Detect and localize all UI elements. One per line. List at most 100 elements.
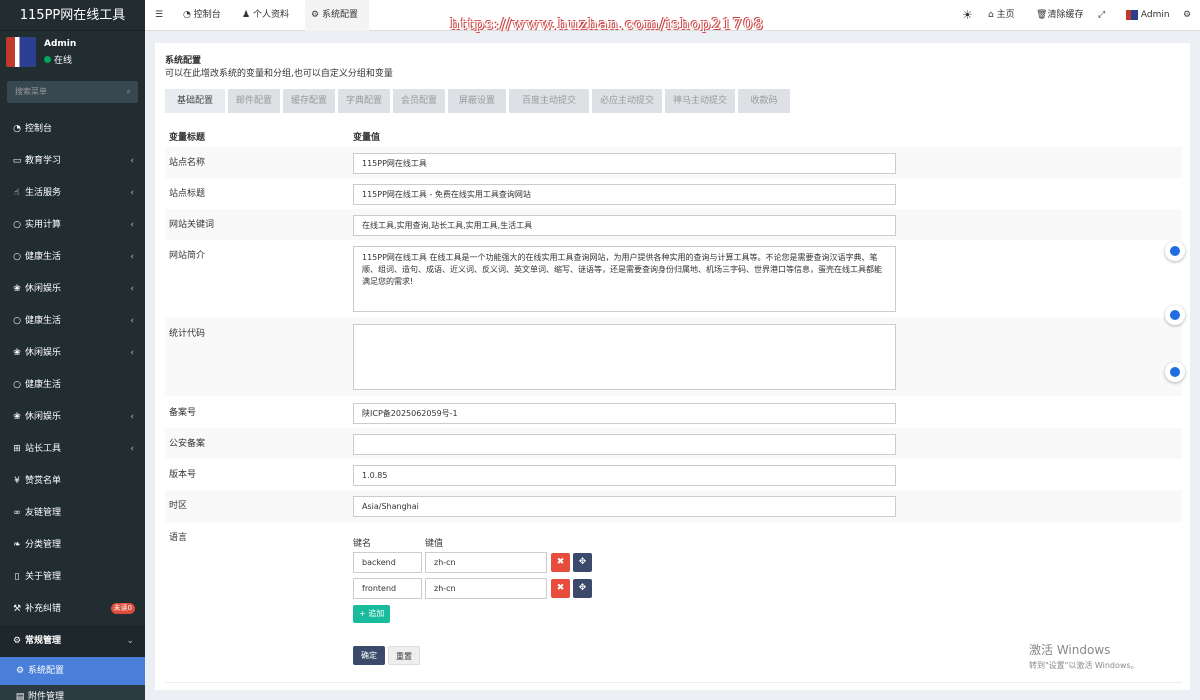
value-input[interactable]: 115PP网在线工具 <box>353 153 896 174</box>
home-link[interactable]: ⌂ 主页 <box>988 0 1015 31</box>
float-assist-icon[interactable] <box>1165 305 1185 325</box>
user-name: Admin <box>44 39 77 49</box>
trash-icon: 🗑 <box>1036 10 1048 20</box>
config-tab[interactable]: 字典配置 <box>338 89 390 113</box>
tab-dashboard[interactable]: ◔ 控制台 <box>183 0 221 31</box>
admin-label: Admin <box>1140 10 1170 20</box>
chevron-left-icon: ‹ <box>130 348 134 358</box>
sidebar: 115PP网在线工具 Admin 在线 搜索菜单 ⌕ ◔ 控制台 ▭ 教育学习 ‹ ☝ 生活… <box>0 0 145 700</box>
config-tab[interactable]: 基础配置 <box>165 89 225 113</box>
sidebar-item[interactable]: ¥ 赞赏名单 <box>0 465 145 497</box>
admin-menu[interactable]: Admin <box>1126 0 1170 31</box>
fullscreen-icon[interactable]: ⤢ <box>1098 0 1105 31</box>
remove-row-button[interactable]: ✖ <box>551 579 570 598</box>
config-tab[interactable]: 百度主动提交 <box>509 89 589 113</box>
sidebar-item[interactable]: ○ 健康生活 <box>0 369 145 401</box>
sidebar-item[interactable]: ❀ 休闲娱乐 ‹ <box>0 401 145 433</box>
sidebar-item[interactable]: ❀ 休闲娱乐 ‹ <box>0 337 145 369</box>
menu-toggle-icon[interactable]: ☰ <box>155 0 163 31</box>
sidebar-item[interactable]: ☝ 生活服务 ‹ <box>0 177 145 209</box>
status-label: 在线 <box>54 56 73 66</box>
settings-icon[interactable]: ⚙ <box>1183 0 1191 31</box>
table-row: 备案号 陕ICP备2025062059号-1 <box>165 397 1182 428</box>
confirm-button[interactable]: 确定 <box>353 646 385 665</box>
avatar <box>1126 9 1138 20</box>
search-icon[interactable]: ⌕ <box>127 81 131 103</box>
value-input[interactable]: Asia/Shanghai <box>353 496 896 517</box>
table-row: 语言 <box>165 522 1182 632</box>
table-header: 变量标题 变量值 <box>165 125 1182 145</box>
config-tab[interactable]: 收款码 <box>738 89 790 113</box>
sidebar-item[interactable]: ▭ 教育学习 ‹ <box>0 145 145 177</box>
sidebar-item-label: 控制台 <box>25 124 53 134</box>
sidebar-item[interactable]: ∞ 友链管理 <box>0 497 145 529</box>
sidebar-item[interactable]: ▯ 关于管理 <box>0 561 145 593</box>
config-tab[interactable]: 会员配置 <box>393 89 445 113</box>
home-label: 主页 <box>996 10 1015 20</box>
row-label: 时区 <box>169 501 188 511</box>
reset-button[interactable]: 重置 <box>388 646 420 665</box>
config-tab[interactable]: 屏蔽设置 <box>448 89 506 113</box>
value-input[interactable]: 1.0.85 <box>353 465 896 486</box>
sidebar-item[interactable]: ❧ 分类管理 <box>0 529 145 561</box>
main-panel: 系统配置 可以在此增改系统的变量和分组,也可以自定义分组和变量 基础配置 邮件配置… <box>155 43 1190 690</box>
tab-label: 个人资料 <box>252 10 289 20</box>
gear-icon: ⚙ <box>311 10 320 20</box>
sidebar-item-label: 系统配置 <box>28 666 65 676</box>
append-button[interactable]: + 追加 <box>353 605 391 623</box>
tab-profile[interactable]: ♟ 个人资料 <box>242 0 289 31</box>
chevron-left-icon: ‹ <box>130 444 134 454</box>
value-input[interactable]: 在线工具,实用查询,站长工具,实用工具,生活工具 <box>353 215 896 236</box>
theme-toggle-icon[interactable]: ☀ <box>962 0 973 31</box>
lang-value-input[interactable]: zh-cn <box>425 552 547 573</box>
column-header-value: 变量值 <box>353 133 381 143</box>
sidebar-item[interactable]: ○ 健康生活 ‹ <box>0 305 145 337</box>
remove-row-button[interactable]: ✖ <box>551 553 570 572</box>
config-tab[interactable]: 神马主动提交 <box>665 89 735 113</box>
value-input[interactable]: 陕ICP备2025062059号-1 <box>353 403 896 424</box>
row-label: 版本号 <box>169 470 197 480</box>
drag-handle-icon[interactable]: ✥ <box>573 579 592 598</box>
float-assist-icon[interactable] <box>1165 362 1185 382</box>
float-assist-icon[interactable] <box>1165 241 1185 261</box>
config-tab[interactable]: 邮件配置 <box>228 89 280 113</box>
hand-icon: ☝ <box>14 188 20 198</box>
home-icon: ⌂ <box>988 10 994 20</box>
sidebar-item-label: 休闲娱乐 <box>25 412 62 422</box>
lang-key-input[interactable]: backend <box>353 552 422 573</box>
sidebar-group-regular[interactable]: ⚙ 常规管理 ⌄ <box>0 625 145 657</box>
sidebar-item-label: 补充纠错 <box>25 604 62 614</box>
clear-cache-button[interactable]: 🗑清除缓存 <box>1036 0 1083 31</box>
config-tab[interactable]: 缓存配置 <box>283 89 335 113</box>
drag-handle-icon[interactable]: ✥ <box>573 553 592 572</box>
sidebar-item-label: 附件管理 <box>28 692 65 700</box>
sidebar-item-label: 教育学习 <box>25 156 62 166</box>
sidebar-item[interactable]: ❀ 休闲娱乐 ‹ <box>0 273 145 305</box>
value-input[interactable] <box>353 434 896 455</box>
watermark: https://www.huzhan.com/ishop21708 <box>450 15 765 33</box>
value-textarea[interactable]: 115PP网在线工具 在线工具是一个功能强大的在线实用工具查询网站，为用户提供各… <box>353 246 896 312</box>
gear-icon: ⚙ <box>15 666 25 676</box>
sidebar-item-system-config[interactable]: ⚙ 系统配置 <box>0 657 145 685</box>
sidebar-item[interactable]: ◔ 控制台 <box>0 113 145 145</box>
leaf-icon: ❧ <box>13 540 21 550</box>
sidebar-item[interactable]: ○ 健康生活 ‹ <box>0 241 145 273</box>
sidebar-item[interactable]: ○ 实用计算 ‹ <box>0 209 145 241</box>
lang-key-input[interactable]: frontend <box>353 578 422 599</box>
sidebar-item[interactable]: ⊞ 站长工具 ‹ <box>0 433 145 465</box>
chevron-left-icon: ‹ <box>130 188 134 198</box>
chevron-down-icon: ⌄ <box>126 636 134 646</box>
value-textarea[interactable] <box>353 324 896 390</box>
value-input[interactable]: 115PP网在线工具 - 免费在线实用工具查询网站 <box>353 184 896 205</box>
sidebar-item-attachments[interactable]: ▤ 附件管理 <box>0 685 145 700</box>
activation-hint: 转到"设置"以激活 Windows。 <box>1029 661 1139 670</box>
divider <box>165 682 1182 683</box>
config-tab[interactable]: 必应主动提交 <box>592 89 662 113</box>
tab-system-config[interactable]: ⚙ 系统配置 <box>305 0 369 31</box>
app-logo[interactable]: 115PP网在线工具 <box>0 0 145 31</box>
lang-value-input[interactable]: zh-cn <box>425 578 547 599</box>
sidebar-item[interactable]: ⚒ 补充纠错 未读0 <box>0 593 145 625</box>
key-header: 键名 <box>353 539 372 549</box>
sidebar-item-label: 分类管理 <box>25 540 62 550</box>
menu-search-input[interactable]: 搜索菜单 ⌕ <box>7 81 138 103</box>
